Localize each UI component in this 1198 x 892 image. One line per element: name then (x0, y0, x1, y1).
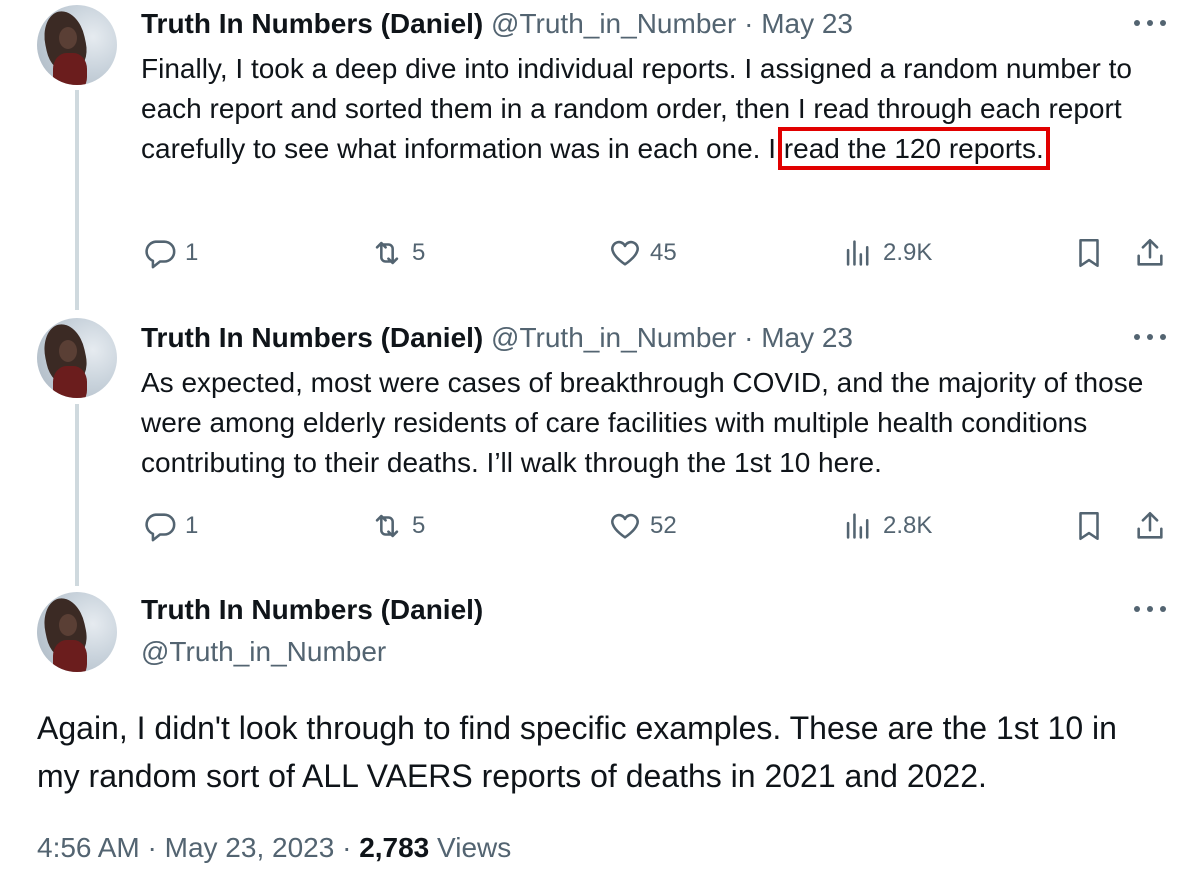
like-count: 52 (650, 512, 677, 539)
bookmark-icon (1079, 511, 1099, 541)
retweet-count: 5 (412, 512, 426, 539)
bookmark-button[interactable] (1072, 236, 1106, 275)
tweet-text: Finally, I took a deep dive into individ… (141, 49, 1181, 170)
views-icon (846, 513, 869, 539)
tweet-date[interactable]: May 23 (761, 8, 853, 39)
avatar[interactable] (37, 318, 117, 398)
share-button[interactable] (1133, 509, 1167, 548)
views-count: 2.9K (883, 239, 933, 266)
highlighted-text: read the 120 reports. (777, 127, 1050, 170)
author-name[interactable]: Truth In Numbers (Daniel) (141, 8, 483, 39)
tweet-header: Truth In Numbers (Daniel) @Truth_in_Numb… (141, 322, 853, 354)
reply-icon (145, 513, 176, 542)
reply-count: 1 (185, 512, 199, 539)
share-button[interactable] (1133, 236, 1167, 275)
author-name[interactable]: Truth In Numbers (Daniel) (141, 322, 483, 353)
avatar[interactable] (37, 5, 117, 85)
author-handle[interactable]: @Truth_in_Number (491, 8, 736, 39)
more-icon[interactable] (1134, 334, 1168, 344)
retweet-count: 5 (412, 239, 426, 266)
reply-icon (145, 240, 176, 269)
retweet-icon (375, 514, 399, 538)
views-label: Views (437, 832, 512, 863)
bookmark-button[interactable] (1072, 509, 1106, 548)
retweet-icon (375, 241, 399, 265)
reply-button[interactable]: 1 (143, 236, 198, 270)
tweet-date[interactable]: May 23, 2023 (165, 832, 335, 863)
tweet-header: Truth In Numbers (Daniel) @Truth_in_Numb… (141, 8, 853, 40)
views-count: 2,783 (359, 832, 430, 863)
like-button[interactable]: 45 (608, 236, 677, 270)
retweet-button[interactable]: 5 (370, 509, 425, 543)
avatar[interactable] (37, 592, 117, 672)
views-button[interactable]: 2.8K (841, 509, 932, 543)
more-icon[interactable] (1134, 20, 1168, 30)
views-count: 2.8K (883, 512, 933, 539)
separator: · (736, 8, 762, 39)
like-icon (611, 513, 639, 539)
views-button[interactable]: 2.9K (841, 236, 932, 270)
retweet-button[interactable]: 5 (370, 236, 425, 270)
reply-count: 1 (185, 239, 199, 266)
share-icon (1137, 511, 1163, 539)
like-count: 45 (650, 239, 677, 266)
author-name[interactable]: Truth In Numbers (Daniel) (141, 594, 483, 626)
author-handle[interactable]: @Truth_in_Number (491, 322, 736, 353)
tweet-meta: 4:56 AM · May 23, 2023 · 2,783 Views (37, 832, 511, 864)
separator: · (139, 832, 165, 863)
separator: · (736, 322, 762, 353)
views-icon (846, 240, 869, 266)
separator: · (334, 832, 360, 863)
author-handle[interactable]: @Truth_in_Number (141, 636, 386, 668)
reply-button[interactable]: 1 (143, 509, 198, 543)
share-icon (1137, 238, 1163, 266)
thread-line (75, 404, 79, 586)
bookmark-icon (1079, 238, 1099, 268)
more-icon[interactable] (1134, 606, 1168, 616)
tweet-time[interactable]: 4:56 AM (37, 832, 140, 863)
thread-line (75, 90, 79, 310)
tweet-text: As expected, most were cases of breakthr… (141, 367, 1144, 478)
like-icon (611, 240, 639, 266)
tweet-text: Again, I didn't look through to find spe… (37, 710, 1117, 794)
tweet-date[interactable]: May 23 (761, 322, 853, 353)
like-button[interactable]: 52 (608, 509, 677, 543)
